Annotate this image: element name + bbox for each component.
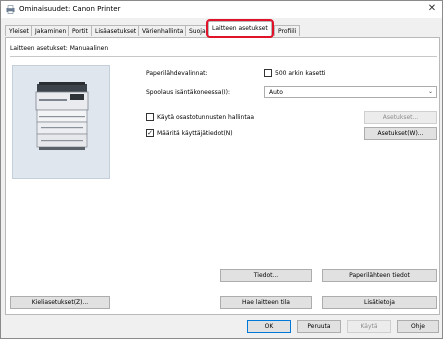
paper-source-checkbox-label: 500 arkin kasetti xyxy=(275,70,326,77)
get-device-status-button[interactable]: Hae laitteen tila xyxy=(220,296,312,309)
printer-icon xyxy=(6,5,15,14)
user-info-settings-button[interactable]: Asetukset(W)... xyxy=(364,127,437,140)
user-info-label: Määritä käyttäjätiedot(N) xyxy=(157,130,233,137)
paper-source-label: Paperilähdevalinnat: xyxy=(146,70,208,77)
apply-button[interactable]: Käytä xyxy=(347,320,391,333)
spool-label: Spoolaus isäntäkoneessa(I): xyxy=(146,89,230,96)
details-button[interactable]: Tiedot... xyxy=(220,269,312,282)
multifunction-printer-icon xyxy=(35,82,89,150)
dept-id-settings-button[interactable]: Asetukset... xyxy=(364,111,437,124)
chevron-down-icon: ⌄ xyxy=(427,88,433,95)
tab-lisaasetukset[interactable]: Lisäasetukset xyxy=(91,25,141,36)
tab-profiili[interactable]: Profiili xyxy=(274,25,301,36)
paper-source-checkbox[interactable] xyxy=(264,69,272,77)
ok-button[interactable]: OK xyxy=(247,320,291,333)
tab-varienhallinta[interactable]: Värienhallinta xyxy=(138,25,188,36)
tab-jakaminen[interactable]: Jakaminen xyxy=(31,25,71,36)
language-settings-button[interactable]: Kieliasetukset(Z)... xyxy=(10,296,110,309)
device-settings-panel: Laitteen asetukset: Manuaalinen Paperilä… xyxy=(5,37,440,315)
properties-dialog: Ominaisuudet: Canon Printer ✕ Yleiset Ja… xyxy=(0,0,443,339)
tab-laitteen-asetukset[interactable]: Laitteen asetukset xyxy=(208,21,272,37)
section-title: Laitteen asetukset: Manuaalinen xyxy=(10,45,109,52)
help-button[interactable]: Ohje xyxy=(397,320,439,333)
printer-image xyxy=(12,65,110,179)
about-button[interactable]: Lisätietoja xyxy=(322,296,437,309)
spool-select[interactable]: Auto ⌄ xyxy=(264,86,437,98)
tab-portit[interactable]: Portit xyxy=(68,25,92,36)
dept-id-checkbox[interactable] xyxy=(146,113,154,121)
close-icon[interactable]: ✕ xyxy=(426,3,438,15)
dept-id-label: Käytä osastotunnusten hallintaa xyxy=(157,114,255,121)
divider xyxy=(10,56,437,57)
window-title: Ominaisuudet: Canon Printer xyxy=(19,5,121,13)
spool-select-value: Auto xyxy=(269,89,283,96)
cancel-button[interactable]: Peruuta xyxy=(297,320,341,333)
user-info-checkbox[interactable]: ✓ xyxy=(146,129,154,137)
paper-source-info-button[interactable]: Paperilähteen tiedot xyxy=(322,269,437,282)
tab-yleiset[interactable]: Yleiset xyxy=(5,25,33,36)
tab-strip: Yleiset Jakaminen Portit Lisäasetukset V… xyxy=(5,20,440,37)
title-bar: Ominaisuudet: Canon Printer ✕ xyxy=(1,1,442,18)
